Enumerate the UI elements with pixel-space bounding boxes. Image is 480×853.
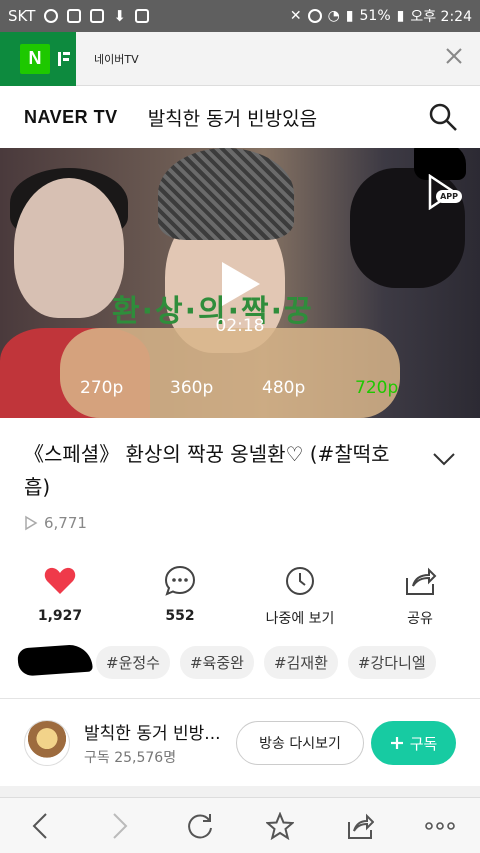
chevron-right-icon xyxy=(113,812,128,839)
recycle-icon xyxy=(134,9,149,23)
naver-logo-icon: N xyxy=(20,43,50,74)
section-gap xyxy=(0,786,480,797)
watch-later-label: 나중에 보기 xyxy=(265,611,335,627)
comment-count: 552 xyxy=(165,608,195,624)
battery-percent: 51% xyxy=(359,8,391,24)
video-frame-figure xyxy=(158,148,294,240)
channel-name: 발칙한 동거 빈방... xyxy=(84,724,221,744)
video-title: 《스페셜》 환상의 짝꿍 옹넬환♡ (#찰떡호흡) xyxy=(24,442,390,499)
play-button[interactable] xyxy=(222,262,260,306)
naver-tv-logo[interactable]: NAVER TV xyxy=(24,107,118,128)
redaction-mark xyxy=(17,643,93,677)
clock-time: 오후 2:24 xyxy=(410,9,472,25)
reload-icon xyxy=(188,813,212,838)
channel-text[interactable]: 발칙한 동거 빈방... 구독 25,576명 xyxy=(84,719,221,767)
view-count: 6,771 xyxy=(24,514,87,532)
view-count-value: 6,771 xyxy=(44,514,87,532)
like-count: 1,927 xyxy=(37,608,83,624)
chevron-down-icon xyxy=(433,453,455,466)
channel-avatar[interactable] xyxy=(24,720,70,766)
app-label: APP xyxy=(436,190,462,203)
tab-title[interactable]: 네이버TV xyxy=(94,51,139,67)
search-button[interactable] xyxy=(428,102,458,132)
video-player[interactable]: 환·상·의·짝·꿍 02:18 270p 360p 480p 720p APP xyxy=(0,148,480,418)
browser-tab-bar: N 네이버TV xyxy=(0,31,480,86)
subscribe-button[interactable]: 구독 xyxy=(371,721,456,765)
image-icon xyxy=(90,9,105,23)
divider xyxy=(0,698,480,699)
share-label: 공유 xyxy=(407,611,433,627)
notification-icon xyxy=(67,9,82,23)
share-icon xyxy=(348,813,374,839)
play-count-icon xyxy=(25,515,38,531)
action-bar: 1,927 552 나중에 보기 공유 xyxy=(0,564,480,628)
heart-icon xyxy=(44,567,76,594)
reload-button[interactable] xyxy=(182,808,218,844)
watch-later-button[interactable]: 나중에 보기 xyxy=(240,564,360,628)
subscriber-count: 구독 25,576명 xyxy=(84,750,177,766)
comment-button[interactable]: 552 xyxy=(120,564,240,628)
plus-icon xyxy=(390,737,403,749)
download-icon: ⬇ xyxy=(113,7,126,25)
browser-share-button[interactable] xyxy=(342,808,378,844)
carrier-label: SKT xyxy=(8,7,36,25)
forward-button[interactable] xyxy=(102,808,138,844)
chevron-left-icon xyxy=(32,812,47,839)
like-button[interactable]: 1,927 xyxy=(0,564,120,628)
browser-toolbar xyxy=(0,797,480,853)
more-icon xyxy=(425,821,455,830)
expand-description-button[interactable] xyxy=(432,448,455,470)
back-button[interactable] xyxy=(22,808,58,844)
search-icon xyxy=(429,103,457,131)
wifi-icon: ◔ xyxy=(327,8,340,24)
page-header: NAVER TV 발칙한 동거 빈방있음 xyxy=(0,86,480,148)
video-frame-sign xyxy=(60,328,400,418)
tag-chip[interactable]: #김재환 xyxy=(263,646,338,679)
tab-switcher[interactable]: N xyxy=(0,31,76,86)
battery-icon: ▮ xyxy=(396,8,405,24)
tag-list: #윤정수 #육중완 #김재환 #강다니엘 xyxy=(96,646,436,679)
tag-chip[interactable]: #윤정수 xyxy=(96,646,170,679)
subscribe-label: 구독 xyxy=(409,734,438,753)
quality-option-720p[interactable]: 720p xyxy=(355,378,398,398)
signal-icon: ▮ xyxy=(345,8,354,24)
share-button[interactable]: 공유 xyxy=(360,564,480,628)
clock-icon xyxy=(286,567,314,595)
quality-option-270p[interactable]: 270p xyxy=(80,378,123,398)
close-icon xyxy=(446,48,462,64)
more-menu-button[interactable] xyxy=(422,808,458,844)
bookmark-button[interactable] xyxy=(262,808,298,844)
quality-option-360p[interactable]: 360p xyxy=(170,378,213,398)
page-title[interactable]: 발칙한 동거 빈방있음 xyxy=(148,104,317,131)
status-bar: SKT ⬇ ✕ ◔ ▮ 51% ▮ 오후 2:24 xyxy=(0,0,480,32)
quality-option-480p[interactable]: 480p xyxy=(262,378,305,398)
channel-row: 발칙한 동거 빈방... 구독 25,576명 방송 다시보기 구독 xyxy=(0,708,480,778)
alarm-clock-icon xyxy=(307,9,322,23)
video-frame-figure xyxy=(14,178,124,318)
video-duration: 02:18 xyxy=(215,316,265,336)
tab-overflow-icon xyxy=(58,51,70,66)
tag-chip[interactable]: #육중완 xyxy=(179,646,254,679)
share-icon xyxy=(406,567,437,595)
replay-broadcast-button[interactable]: 방송 다시보기 xyxy=(236,721,364,765)
mute-icon: ✕ xyxy=(289,8,302,24)
tag-chip[interactable]: #강다니엘 xyxy=(347,646,436,679)
comment-icon xyxy=(164,565,196,596)
alarm-icon xyxy=(44,9,59,23)
star-icon xyxy=(266,811,294,840)
close-tab-button[interactable] xyxy=(442,46,466,71)
